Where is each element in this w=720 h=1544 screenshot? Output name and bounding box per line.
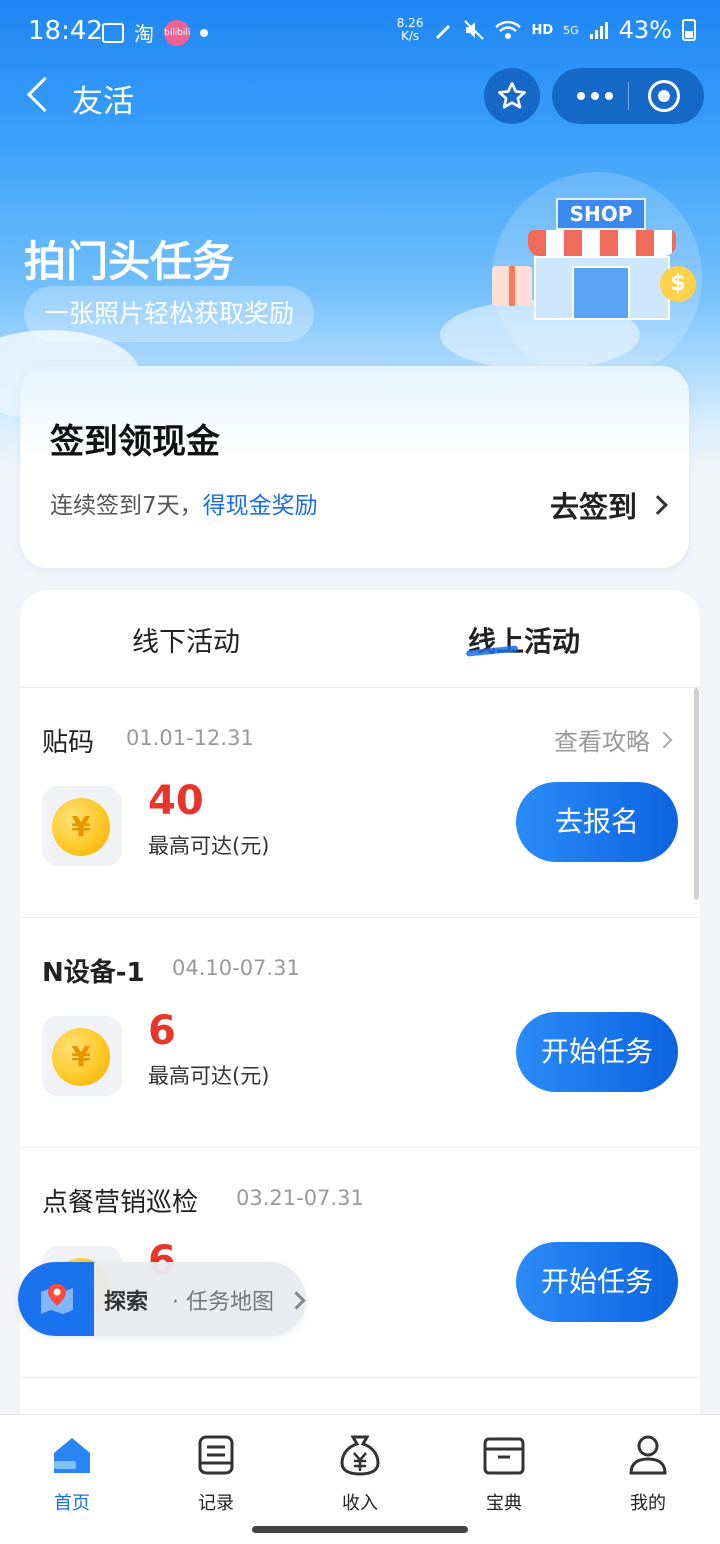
map-pin-icon xyxy=(41,1284,73,1314)
reward-label: 最高可达(元) xyxy=(148,1064,270,1088)
signal-5g-label: 5G xyxy=(563,23,579,37)
signin-title: 签到领现金 xyxy=(50,422,220,462)
signin-card[interactable]: 签到领现金 连续签到7天，得现金奖励 去签到 xyxy=(20,366,689,568)
coin-tile: ¥ xyxy=(42,786,122,866)
shop-sign: SHOP xyxy=(556,198,646,230)
status-app-icons: 淘 bilibili xyxy=(102,18,208,47)
task-dates: 04.10-07.31 xyxy=(172,956,300,980)
battery-percent: 43% xyxy=(618,16,672,44)
reward-amount: 40 xyxy=(148,778,204,824)
taobao-icon: 淘 xyxy=(134,22,154,46)
start-task-button[interactable]: 开始任务 xyxy=(516,1012,678,1092)
wifi-icon xyxy=(495,20,522,39)
nav-handbook[interactable]: 宝典 xyxy=(454,1433,554,1515)
nav-records[interactable]: 记录 xyxy=(166,1433,266,1515)
start-task-button[interactable]: 开始任务 xyxy=(516,1242,678,1322)
activity-tabs: 线下活动 线上活动 xyxy=(20,590,700,688)
task-row: 贴码 01.01-12.31 查看攻略 ¥ 40 最高可达(元) 去报名 xyxy=(20,688,700,918)
task-name: 贴码 xyxy=(42,728,95,758)
record-icon xyxy=(194,1433,238,1477)
reward-amount: 6 xyxy=(148,1008,176,1054)
task-dates: 03.21-07.31 xyxy=(236,1186,364,1210)
chevron-right-icon xyxy=(648,495,668,515)
back-button[interactable] xyxy=(24,78,60,114)
status-bar: 18:42 淘 bilibili 8.26 K/s HD 5G 43% xyxy=(0,0,720,64)
mute-icon xyxy=(464,20,485,40)
money-bag-icon xyxy=(338,1433,382,1477)
image-icon xyxy=(102,22,124,43)
archive-box-icon xyxy=(482,1433,526,1477)
signin-description: 连续签到7天，得现金奖励 xyxy=(50,493,318,519)
coin-icon: ¥ xyxy=(52,1028,110,1086)
explore-task-map-button[interactable]: 探索 · 任务地图 xyxy=(18,1262,306,1336)
task-name: 点餐营销巡检 xyxy=(42,1188,199,1218)
shop-awning xyxy=(528,230,676,256)
signal-icon xyxy=(589,22,608,39)
task-name: N设备-1 xyxy=(42,958,145,988)
miniprogram-capsule xyxy=(552,68,704,124)
hd-indicator: HD xyxy=(531,22,554,38)
nav-home[interactable]: 首页 xyxy=(22,1433,122,1515)
battery-icon xyxy=(682,19,696,41)
explore-label: 探索 xyxy=(104,1290,149,1315)
capsule-divider xyxy=(628,82,629,110)
close-miniprogram-button[interactable] xyxy=(648,80,680,112)
shop-illustration: SHOP $ xyxy=(482,172,702,382)
status-time: 18:42 xyxy=(28,16,103,46)
hero-subtitle: 一张照片轻松获取奖励 xyxy=(24,286,315,342)
gift-icon xyxy=(492,266,532,306)
chevron-right-icon xyxy=(655,731,673,748)
hero-title: 拍门头任务 xyxy=(24,237,235,286)
tab-offline-activities[interactable]: 线下活动 xyxy=(132,620,240,659)
task-dates: 01.01-12.31 xyxy=(126,726,254,750)
favorite-button[interactable] xyxy=(484,68,540,124)
status-indicators: 8.26 K/s HD 5G 43% xyxy=(397,16,696,44)
coin-icon: ¥ xyxy=(52,798,110,856)
signin-button[interactable]: 去签到 xyxy=(550,484,668,526)
chevron-right-icon xyxy=(287,1291,306,1310)
page-title: 友活 xyxy=(72,84,134,120)
signin-highlight: 得现金奖励 xyxy=(202,493,318,519)
more-button[interactable] xyxy=(572,68,618,124)
bottom-nav: 首页 记录 收入 宝典 我的 xyxy=(0,1414,720,1544)
network-speed: 8.26 K/s xyxy=(396,16,424,43)
coin-tile: ¥ xyxy=(42,1016,122,1096)
nav-income[interactable]: 收入 xyxy=(310,1433,410,1515)
notification-dot-icon xyxy=(200,28,208,37)
user-icon xyxy=(626,1433,670,1477)
reward-label: 最高可达(元) xyxy=(148,834,270,858)
task-row: N设备-1 04.10-07.31 ¥ 6 最高可达(元) 开始任务 xyxy=(20,918,700,1148)
pen-icon xyxy=(436,25,451,39)
view-guide-link[interactable]: 查看攻略 xyxy=(554,722,673,757)
shop-door xyxy=(572,266,630,320)
dollar-coin-icon: $ xyxy=(660,266,696,302)
home-indicator xyxy=(252,1526,468,1533)
home-icon xyxy=(50,1433,94,1477)
star-icon xyxy=(498,82,526,109)
bilibili-icon: bilibili xyxy=(164,19,190,46)
signup-button[interactable]: 去报名 xyxy=(516,782,678,862)
task-map-label: · 任务地图 xyxy=(172,1290,274,1315)
nav-profile[interactable]: 我的 xyxy=(598,1433,698,1515)
